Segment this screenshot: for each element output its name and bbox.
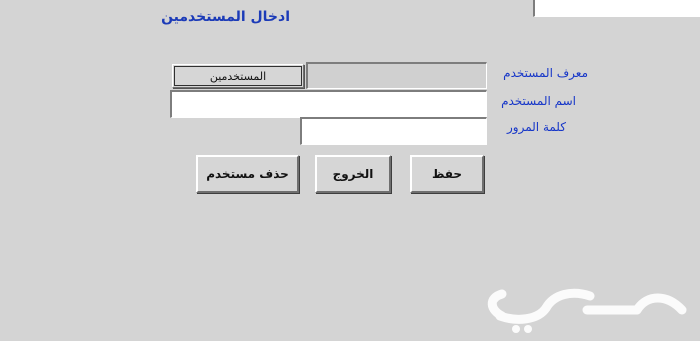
password-label: كلمة المرور [506, 120, 566, 134]
form-title: ادخال المستخدمين [161, 9, 290, 25]
user-name-label: اسم المستخدم [501, 94, 576, 108]
users-button[interactable]: المستخدمين [172, 64, 304, 88]
top-partial-field[interactable] [533, 0, 700, 18]
password-input[interactable] [302, 119, 486, 144]
save-button[interactable]: حفظ [410, 155, 484, 193]
user-id-field[interactable] [306, 62, 487, 89]
user-id-input[interactable] [308, 64, 486, 88]
password-field[interactable] [300, 117, 487, 145]
user-name-field[interactable] [170, 90, 487, 118]
user-name-input[interactable] [172, 92, 486, 117]
user-id-label: معرف المستخدم [503, 66, 588, 80]
haraj-watermark-logo [472, 284, 692, 336]
exit-button[interactable]: الخروج [315, 155, 391, 193]
top-partial-input[interactable] [535, 0, 700, 18]
delete-user-button[interactable]: حذف مستخدم [196, 155, 299, 193]
